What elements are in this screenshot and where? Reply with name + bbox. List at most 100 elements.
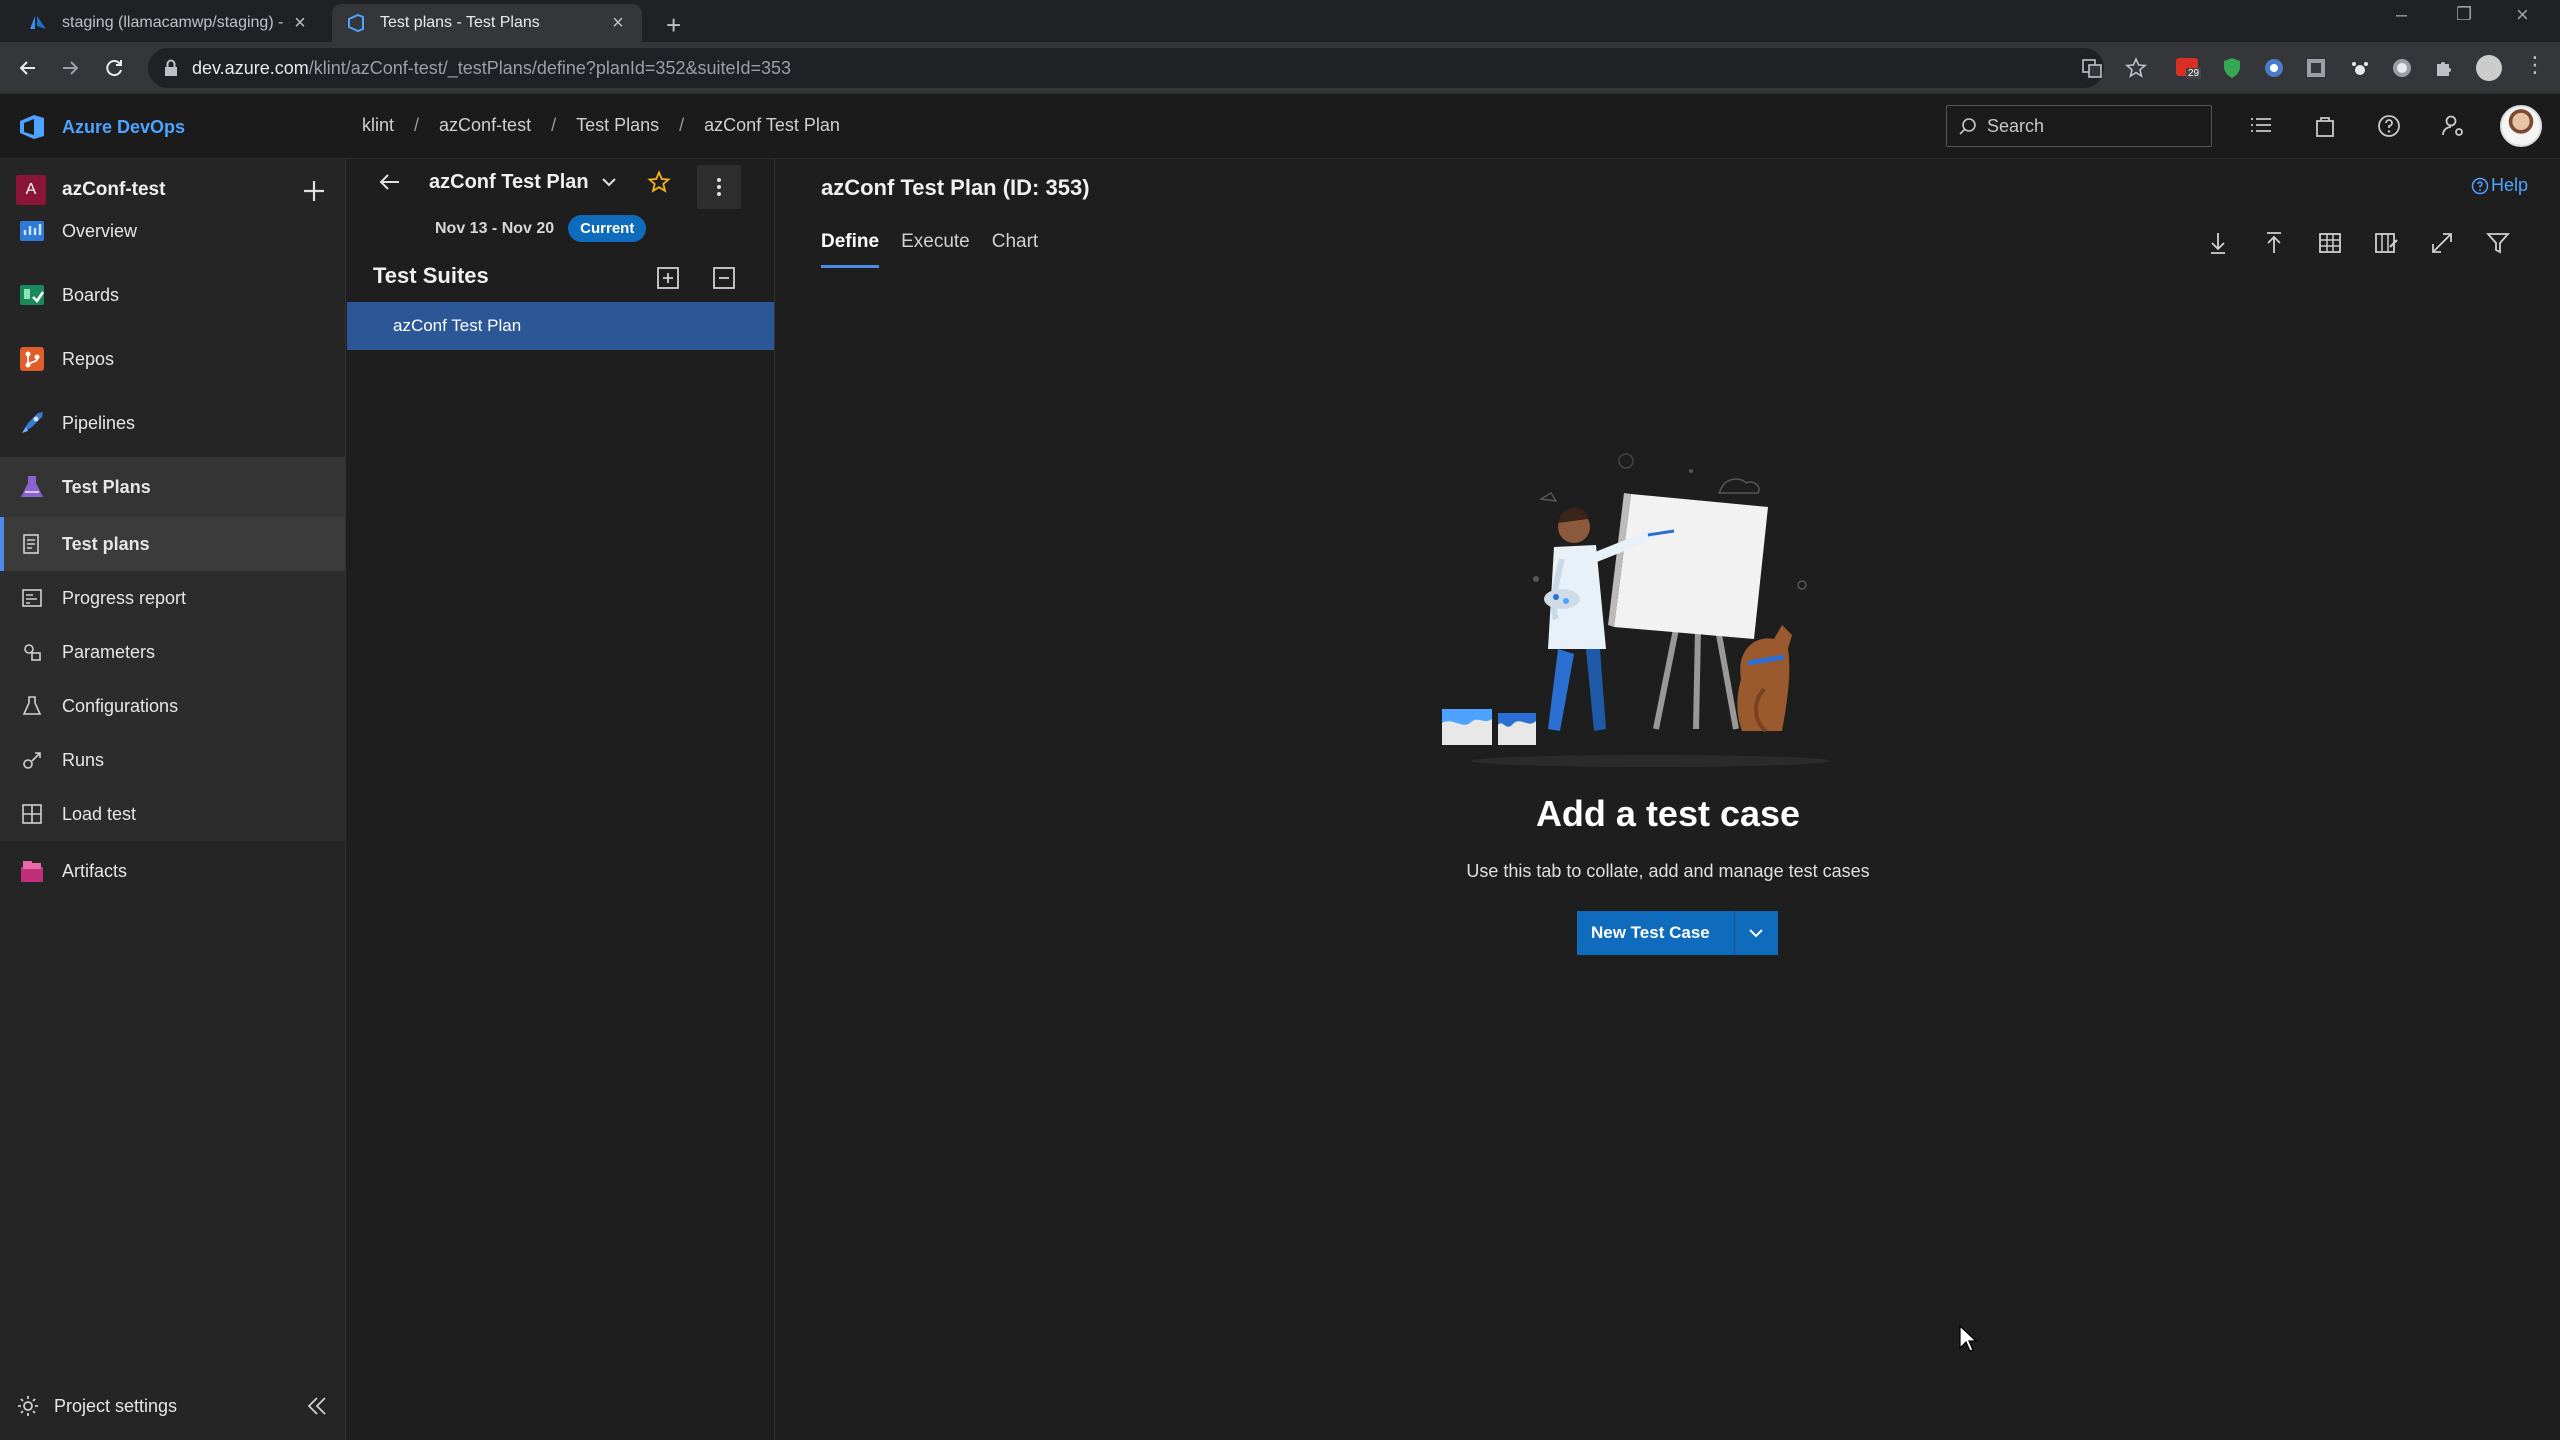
close-tab-icon[interactable]: × [608, 13, 628, 33]
back-arrow-icon[interactable] [377, 169, 403, 195]
mouse-cursor-icon [1959, 1324, 1978, 1352]
nav-item-repos[interactable]: Repos [0, 329, 345, 389]
nav-subitem-test-plans[interactable]: Test plans [0, 517, 345, 571]
browser-tab-staging[interactable]: staging (llamacamwp/staging) - · × [14, 4, 324, 42]
artifacts-icon [21, 861, 43, 882]
nav-subitem-load-test[interactable]: Load test [0, 787, 345, 841]
import-upload-icon[interactable] [2260, 229, 2288, 257]
help-circle-icon [2471, 177, 2489, 194]
filter-icon[interactable] [2484, 229, 2512, 257]
nav-item-label: Test Plans [62, 476, 151, 497]
extension-paw-icon[interactable] [2348, 56, 2372, 80]
boards-icon [20, 285, 45, 305]
project-settings-link[interactable]: Project settings [16, 1386, 330, 1426]
extension-circle-icon[interactable] [2262, 56, 2286, 80]
tab-define[interactable]: Define [821, 231, 880, 268]
runs-icon [23, 752, 41, 769]
new-test-case-button[interactable]: New Test Case [1577, 911, 1734, 955]
nav-subitem-runs[interactable]: Runs [0, 733, 345, 787]
reload-icon[interactable] [98, 52, 130, 84]
nav-item-overview[interactable]: Overview [0, 201, 345, 261]
plan-name[interactable]: azConf Test Plan [429, 171, 589, 194]
close-window-icon[interactable]: × [2516, 2, 2529, 28]
work-items-list-icon[interactable] [2248, 113, 2274, 139]
more-actions-button[interactable] [697, 165, 741, 209]
search-input[interactable]: Search [1946, 105, 2212, 147]
suite-item-selected[interactable]: azConf Test Plan [347, 302, 774, 350]
empty-state-illustration [1442, 453, 1831, 767]
nav-subitem-parameters[interactable]: Parameters [0, 625, 345, 679]
tab-title: Test plans - Test Plans [380, 14, 540, 31]
chevron-down-icon[interactable] [599, 172, 619, 192]
left-navigation: A azConf-test Overview Boards Repos Pipe… [0, 159, 346, 1440]
back-arrow-icon[interactable] [12, 52, 44, 84]
url-bar[interactable]: dev.azure.com/klint/azConf-test/_testPla… [148, 48, 2104, 88]
suite-item-label: azConf Test Plan [393, 316, 522, 335]
nav-item-label: Overview [62, 220, 138, 241]
extension-record-icon[interactable] [2390, 56, 2414, 80]
nav-item-pipelines[interactable]: Pipelines [0, 393, 345, 453]
extension-grid-icon[interactable] [2304, 56, 2328, 80]
collapse-sidebar-icon[interactable] [304, 1393, 330, 1419]
browser-tab-test-plans[interactable]: Test plans - Test Plans × [332, 4, 642, 42]
configurations-icon [22, 696, 42, 715]
collapse-all-icon[interactable] [711, 265, 737, 291]
iteration-dates: Nov 13 - Nov 20 Current [435, 215, 647, 242]
restore-window-icon[interactable]: ❐ [2456, 4, 2472, 25]
nav-subitem-configurations[interactable]: Configurations [0, 679, 345, 733]
extension-badge: 29 [2186, 68, 2202, 79]
tab-chart[interactable]: Chart [992, 231, 1038, 268]
nav-item-boards[interactable]: Boards [0, 265, 345, 325]
nav-subitem-label: Test plans [62, 533, 150, 554]
favorite-star-icon[interactable] [646, 170, 671, 194]
minimize-window-icon[interactable]: – [2396, 4, 2407, 27]
column-options-icon[interactable] [2372, 229, 2400, 257]
profile-avatar-icon[interactable] [2476, 55, 2502, 81]
lock-icon [165, 59, 177, 76]
help-icon[interactable] [2376, 113, 2402, 139]
test-suites-panel: azConf Test Plan Nov 13 - Nov 20 Current… [347, 159, 775, 1440]
extension-todoist-icon[interactable]: 29 [2176, 56, 2202, 80]
nav-item-test-plans[interactable]: Test Plans [0, 457, 345, 517]
breadcrumb-hub[interactable]: Test Plans [576, 115, 659, 136]
nav-item-artifacts[interactable]: Artifacts [0, 841, 345, 901]
tab-execute[interactable]: Execute [901, 231, 970, 268]
new-test-case-dropdown[interactable] [1733, 911, 1778, 955]
azure-favicon-icon [30, 16, 46, 29]
test-plans-list-icon [23, 534, 39, 554]
pipelines-icon [22, 412, 43, 433]
expand-all-icon[interactable] [655, 265, 681, 291]
forward-arrow-icon[interactable] [54, 52, 86, 84]
new-tab-button[interactable]: + [666, 10, 681, 41]
grid-view-icon[interactable] [2316, 229, 2344, 257]
nav-item-label: Pipelines [62, 412, 136, 433]
nav-item-label: Repos [62, 348, 115, 369]
brand-name: Azure DevOps [62, 116, 186, 137]
breadcrumb-org[interactable]: klint [362, 115, 394, 136]
date-range: Nov 13 - Nov 20 [435, 219, 555, 237]
browser-menu-icon[interactable]: ⋮ [2524, 52, 2548, 77]
brand-logo[interactable]: Azure DevOps [16, 111, 185, 143]
user-settings-icon[interactable] [2440, 113, 2466, 139]
plan-header: azConf Test Plan [377, 169, 671, 195]
azure-devops-favicon-icon [348, 13, 364, 33]
extension-shield-icon[interactable] [2220, 56, 2244, 80]
gear-icon [18, 1396, 38, 1416]
marketplace-bag-icon[interactable] [2312, 113, 2338, 139]
breadcrumb-plan[interactable]: azConf Test Plan [704, 115, 840, 136]
browser-address-bar: dev.azure.com/klint/azConf-test/_testPla… [0, 42, 2560, 94]
search-placeholder: Search [1987, 115, 2045, 136]
close-tab-icon[interactable]: × [290, 13, 310, 33]
help-link[interactable]: Help [2471, 175, 2528, 196]
fullscreen-icon[interactable] [2428, 229, 2456, 257]
bookmark-star-icon[interactable] [2124, 56, 2148, 80]
nav-item-label: Boards [62, 284, 120, 305]
browser-tab-bar: staging (llamacamwp/staging) - · × Test … [0, 0, 2560, 42]
export-download-icon[interactable] [2204, 229, 2232, 257]
extensions-puzzle-icon[interactable] [2432, 56, 2456, 80]
breadcrumb-project[interactable]: azConf-test [439, 115, 531, 136]
translate-icon[interactable] [2080, 56, 2104, 80]
nav-subitem-progress-report[interactable]: Progress report [0, 571, 345, 625]
breadcrumb: klint / azConf-test / Test Plans / azCon… [362, 115, 840, 136]
user-avatar[interactable] [2500, 105, 2542, 147]
